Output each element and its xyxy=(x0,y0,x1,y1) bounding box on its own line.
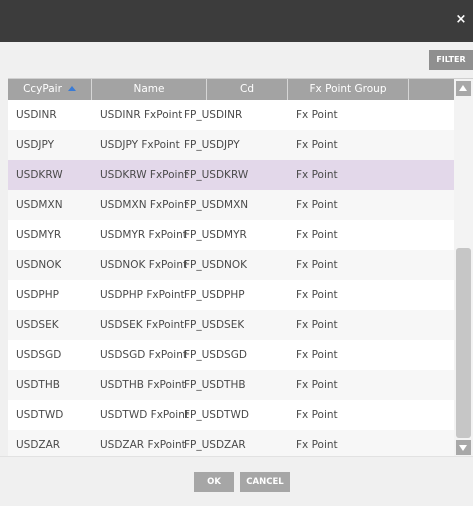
column-header-label: CcyPair xyxy=(23,83,62,95)
table-row[interactable]: USDSEK USDSEK FxPoint FP_USDSEK Fx Point xyxy=(8,310,454,340)
cell-ccypair: USDKRW xyxy=(16,169,63,181)
cell-ccypair: USDTHB xyxy=(16,379,60,391)
cell-fx-point-group: Fx Point xyxy=(296,349,338,361)
cell-fx-point-group: Fx Point xyxy=(296,229,338,241)
column-header-fx-point-group[interactable]: Fx Point Group xyxy=(288,79,409,100)
cell-name: USDZAR FxPoint xyxy=(100,439,186,451)
cell-cd: FP_USDMYR xyxy=(184,229,247,241)
cell-name: USDNOK FxPoint xyxy=(100,259,188,271)
cell-ccypair: USDSGD xyxy=(16,349,62,361)
scroll-up-arrow-icon[interactable] xyxy=(456,81,471,96)
cell-cd: FP_USDPHP xyxy=(184,289,245,301)
cell-cd: FP_USDSEK xyxy=(184,319,245,331)
cell-fx-point-group: Fx Point xyxy=(296,199,338,211)
fx-point-grid: CcyPair Name Cd Fx Point Group USDINR USD… xyxy=(8,78,473,457)
cell-ccypair: USDINR xyxy=(16,109,57,121)
cell-ccypair: USDZAR xyxy=(16,439,61,451)
cell-name: USDSEK FxPoint xyxy=(100,319,185,331)
filter-button[interactable]: FILTER xyxy=(429,50,473,70)
cell-fx-point-group: Fx Point xyxy=(296,109,338,121)
table-row[interactable]: USDNOK USDNOK FxPoint FP_USDNOK Fx Point xyxy=(8,250,454,280)
table-row[interactable]: USDTWD USDTWD FxPoint FP_USDTWD Fx Point xyxy=(8,400,454,430)
cell-name: USDSGD FxPoint xyxy=(100,349,187,361)
cell-fx-point-group: Fx Point xyxy=(296,439,338,451)
column-header-name[interactable]: Name xyxy=(92,79,207,100)
column-header-label: Name xyxy=(133,83,165,95)
cell-cd: FP_USDJPY xyxy=(184,139,240,151)
table-row-selected[interactable]: USDKRW USDKRW FxPoint FP_USDKRW Fx Point xyxy=(8,160,454,190)
cell-cd: FP_USDSGD xyxy=(184,349,247,361)
dialog-titlebar: × xyxy=(0,0,473,42)
cell-ccypair: USDMYR xyxy=(16,229,62,241)
cell-fx-point-group: Fx Point xyxy=(296,409,338,421)
cell-ccypair: USDJPY xyxy=(16,139,55,151)
vertical-scrollbar[interactable] xyxy=(454,79,473,457)
currency-pair-picker-dialog: × FILTER CcyPair Name Cd Fx Point Group … xyxy=(0,0,473,506)
cell-cd: FP_USDKRW xyxy=(184,169,249,181)
cell-name: USDJPY FxPoint xyxy=(100,139,180,151)
cell-ccypair: USDSEK xyxy=(16,319,59,331)
table-row[interactable]: USDSGD USDSGD FxPoint FP_USDSGD Fx Point xyxy=(8,340,454,370)
ok-button[interactable]: OK xyxy=(194,472,234,492)
cell-name: USDTHB FxPoint xyxy=(100,379,186,391)
dialog-toolbar: FILTER xyxy=(0,42,473,76)
column-header-filler xyxy=(409,79,454,100)
cell-ccypair: USDMXN xyxy=(16,199,63,211)
cell-name: USDTWD FxPoint xyxy=(100,409,189,421)
cell-cd: FP_USDNOK xyxy=(184,259,248,271)
cell-name: USDINR FxPoint xyxy=(100,109,183,121)
column-header-cd[interactable]: Cd xyxy=(207,79,288,100)
cell-ccypair: USDPHP xyxy=(16,289,59,301)
cell-cd: FP_USDMXN xyxy=(184,199,249,211)
column-header-label: Fx Point Group xyxy=(309,83,387,95)
cell-fx-point-group: Fx Point xyxy=(296,139,338,151)
table-row[interactable]: USDPHP USDPHP FxPoint FP_USDPHP Fx Point xyxy=(8,280,454,310)
table-row[interactable]: USDTHB USDTHB FxPoint FP_USDTHB Fx Point xyxy=(8,370,454,400)
cell-ccypair: USDTWD xyxy=(16,409,64,421)
cell-fx-point-group: Fx Point xyxy=(296,169,338,181)
table-row[interactable]: USDMYR USDMYR FxPoint FP_USDMYR Fx Point xyxy=(8,220,454,250)
sort-ascending-icon xyxy=(67,85,76,91)
cell-name: USDMXN FxPoint xyxy=(100,199,189,211)
grid-header: CcyPair Name Cd Fx Point Group xyxy=(8,79,454,100)
cell-cd: FP_USDZAR xyxy=(184,439,246,451)
close-icon[interactable]: × xyxy=(454,13,468,27)
table-row[interactable]: USDINR USDINR FxPoint FP_USDINR Fx Point xyxy=(8,100,454,130)
column-header-ccypair[interactable]: CcyPair xyxy=(8,79,92,100)
table-row[interactable]: USDZAR USDZAR FxPoint FP_USDZAR Fx Point xyxy=(8,430,454,456)
cell-fx-point-group: Fx Point xyxy=(296,379,338,391)
scroll-down-arrow-icon[interactable] xyxy=(456,440,471,455)
cell-fx-point-group: Fx Point xyxy=(296,319,338,331)
column-header-label: Cd xyxy=(240,83,254,95)
cell-name: USDKRW FxPoint xyxy=(100,169,189,181)
cell-cd: FP_USDTWD xyxy=(184,409,249,421)
cell-cd: FP_USDTHB xyxy=(184,379,246,391)
dialog-footer: OK CANCEL xyxy=(0,456,473,506)
cell-ccypair: USDNOK xyxy=(16,259,62,271)
cell-cd: FP_USDINR xyxy=(184,109,243,121)
cell-fx-point-group: Fx Point xyxy=(296,259,338,271)
scrollbar-thumb[interactable] xyxy=(456,248,471,438)
grid-body: USDINR USDINR FxPoint FP_USDINR Fx Point USD… xyxy=(8,100,454,456)
cell-name: USDPHP FxPoint xyxy=(100,289,185,301)
cell-fx-point-group: Fx Point xyxy=(296,289,338,301)
table-row[interactable]: USDMXN USDMXN FxPoint FP_USDMXN Fx Point xyxy=(8,190,454,220)
table-row[interactable]: USDJPY USDJPY FxPoint FP_USDJPY Fx Point xyxy=(8,130,454,160)
cancel-button[interactable]: CANCEL xyxy=(240,472,290,492)
cell-name: USDMYR FxPoint xyxy=(100,229,187,241)
